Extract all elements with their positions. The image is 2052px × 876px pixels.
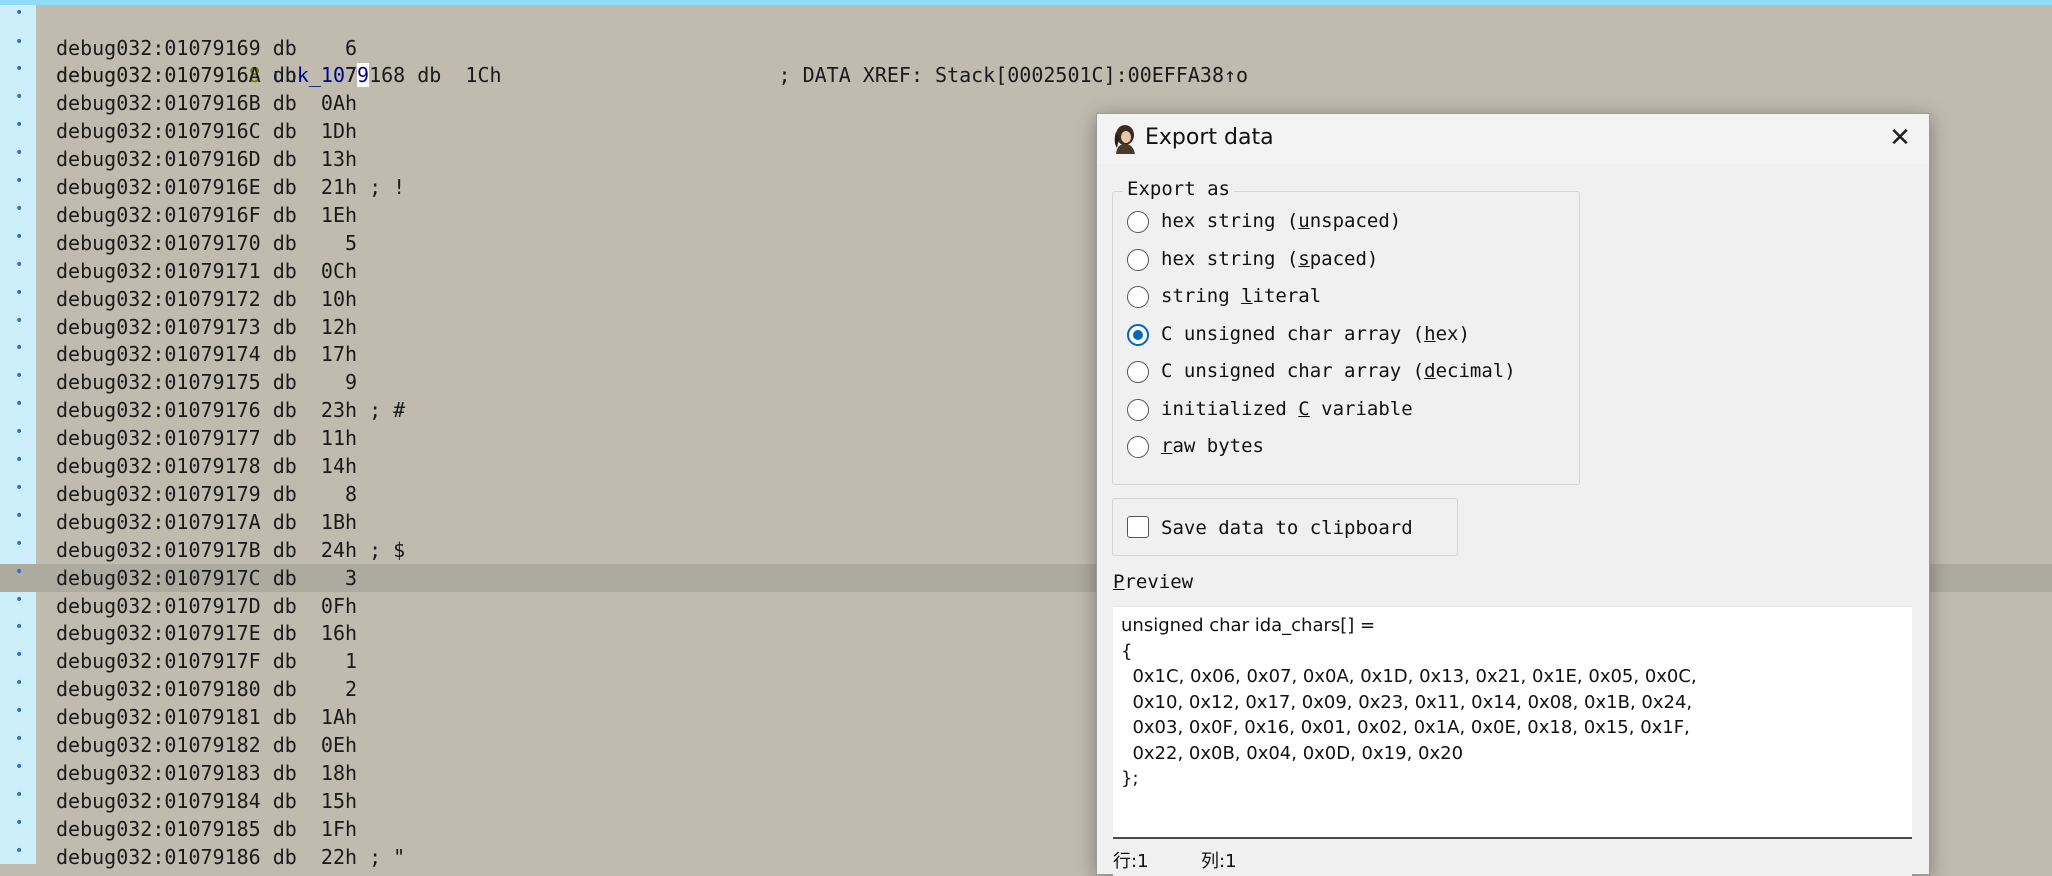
- dialog-title: Export data: [1145, 125, 1274, 150]
- line-bullet-icon: •: [15, 507, 24, 524]
- line-bullet-icon: •: [15, 842, 24, 859]
- line-text: debug032:0107916C db 1Dh: [56, 119, 358, 144]
- save-to-clipboard-label[interactable]: Save data to clipboard: [1161, 517, 1413, 539]
- line-bullet-icon: •: [15, 340, 24, 357]
- line-text: debug032:01079183 db 18h: [56, 760, 358, 785]
- preview-status-bar: 行:1 列:1: [1113, 837, 1912, 876]
- disasm-line[interactable]: • debug032:01079169 db 6: [0, 34, 2052, 62]
- export-option-label[interactable]: C unsigned char array (decimal): [1161, 360, 1516, 382]
- line-text: debug032:01079177 db 11h: [56, 426, 358, 451]
- export-as-group: Export as hex string (unspaced) hex strin…: [1112, 178, 1580, 485]
- radio-unchecked-icon[interactable]: [1127, 361, 1149, 383]
- line-text: debug032:0107917D db 0Fh: [56, 593, 358, 618]
- line-bullet-icon: •: [15, 703, 24, 720]
- line-text: debug032:01079172 db 10h: [56, 286, 358, 311]
- line-bullet-icon: •: [15, 173, 24, 189]
- line-text: debug032:0107917B db 24h ; $: [56, 537, 406, 562]
- radio-checked-icon[interactable]: [1127, 323, 1149, 346]
- line-bullet-icon: •: [15, 200, 24, 217]
- line-text: debug032:01079185 db 1Fh: [56, 816, 358, 841]
- radio-unchecked-icon[interactable]: [1127, 436, 1149, 458]
- line-bullet-icon: •: [15, 647, 24, 664]
- line-bullet-icon: •: [15, 89, 24, 106]
- export-option-label[interactable]: C unsigned char array (hex): [1161, 323, 1470, 345]
- line-bullet-icon: •: [15, 758, 24, 775]
- line-text: debug032:01079182 db 0Eh: [56, 733, 358, 757]
- line-bullet-icon: •: [15, 33, 24, 50]
- export-option-label[interactable]: hex string (spaced): [1161, 248, 1378, 270]
- line-bullet-icon: •: [15, 591, 24, 608]
- radio-unchecked-icon[interactable]: [1127, 398, 1149, 421]
- line-bullet-icon: •: [15, 619, 24, 636]
- close-icon[interactable]: ✕: [1885, 123, 1915, 153]
- line-text: debug032:01079169 db 6: [56, 35, 358, 60]
- line-text: debug032:0107917A db 1Bh: [56, 509, 358, 534]
- line-text: debug032:0107917F db 1: [56, 649, 358, 674]
- radio-unchecked-icon[interactable]: [1127, 211, 1149, 233]
- line-text: debug032:01079173 db 12h: [56, 314, 358, 339]
- dialog-titlebar[interactable]: Export data ✕: [1097, 114, 1929, 164]
- disasm-line[interactable]: • debug032:01079168 unk_1079168 db 1Ch ;…: [0, 5, 2052, 87]
- line-text: debug032:0107916B db 0Ah: [56, 91, 358, 116]
- line-text: debug032:01079179 db 8: [56, 481, 358, 506]
- line-text: debug032:01079181 db 1Ah: [56, 705, 358, 730]
- line-bullet-icon: •: [15, 117, 24, 134]
- line-text: debug032:01079178 db 14h: [56, 454, 358, 478]
- line-bullet-icon: •: [15, 228, 24, 245]
- export-option-label[interactable]: string literal: [1161, 285, 1321, 307]
- export-option-label[interactable]: raw bytes: [1161, 435, 1264, 457]
- line-bullet-icon: •: [15, 284, 24, 301]
- line-bullet-icon: •: [15, 61, 24, 78]
- line-text: debug032:0107917C db 3: [56, 565, 358, 590]
- export-as-label: Export as: [1123, 178, 1234, 200]
- line-text: debug032:01079171 db 0Ch: [56, 258, 358, 283]
- line-bullet-icon: •: [15, 368, 24, 385]
- line-text: debug032:0107916E db 21h ; !: [56, 175, 406, 199]
- save-to-clipboard-checkbox[interactable]: [1127, 516, 1149, 538]
- line-bullet-icon: •: [15, 5, 24, 21]
- line-text: debug032:0107916D db 13h: [56, 147, 358, 172]
- line-bullet-icon: •: [15, 452, 24, 468]
- line-text: debug032:01079175 db 9: [56, 370, 358, 395]
- line-bullet-icon: •: [15, 563, 24, 580]
- line-bullet-icon: •: [15, 312, 24, 329]
- line-bullet-icon: •: [15, 145, 24, 162]
- clipboard-group: Save data to clipboard: [1112, 498, 1458, 556]
- line-text: debug032:01079176 db 23h ; #: [56, 398, 406, 423]
- ida-app-icon: [1114, 125, 1135, 154]
- export-option-label[interactable]: initialized C variable: [1161, 398, 1413, 420]
- line-text: debug032:01079170 db 5: [56, 230, 358, 255]
- status-row: 行:1: [1113, 851, 1149, 872]
- line-bullet-icon: •: [15, 675, 24, 692]
- disasm-line[interactable]: • debug032:0107916A db 7: [0, 61, 2052, 89]
- preview-label: Preview: [1113, 571, 1194, 593]
- radio-unchecked-icon[interactable]: [1127, 248, 1149, 271]
- preview-textbox[interactable]: unsigned char ida_chars[] = { 0x1C, 0x06…: [1113, 606, 1912, 837]
- line-bullet-icon: •: [15, 424, 24, 441]
- line-text: debug032:01079174 db 17h: [56, 342, 358, 367]
- line-bullet-icon: •: [15, 479, 24, 496]
- line-bullet-icon: •: [15, 396, 24, 413]
- line-text: debug032:0107917E db 16h: [56, 621, 358, 646]
- line-text: debug032:01079184 db 15h: [56, 788, 358, 813]
- preview-text: unsigned char ida_chars[] = { 0x1C, 0x06…: [1121, 615, 1697, 789]
- line-text: debug032:01079186 db 22h ; ": [56, 844, 406, 869]
- export-option-label[interactable]: hex string (unspaced): [1161, 210, 1401, 232]
- line-bullet-icon: •: [15, 786, 24, 803]
- status-col: 列:1: [1201, 851, 1237, 872]
- line-text: debug032:0107916F db 1Eh: [56, 202, 358, 227]
- radio-unchecked-icon[interactable]: [1127, 286, 1149, 308]
- line-text: debug032:01079180 db 2: [56, 677, 358, 702]
- line-bullet-icon: •: [15, 731, 24, 747]
- export-data-dialog: Export data ✕ Export as hex string (unsp…: [1096, 113, 1930, 876]
- line-bullet-icon: •: [15, 256, 24, 273]
- line-text: debug032:0107916A db 7: [56, 63, 358, 88]
- line-bullet-icon: •: [15, 814, 24, 831]
- line-bullet-icon: •: [15, 535, 24, 552]
